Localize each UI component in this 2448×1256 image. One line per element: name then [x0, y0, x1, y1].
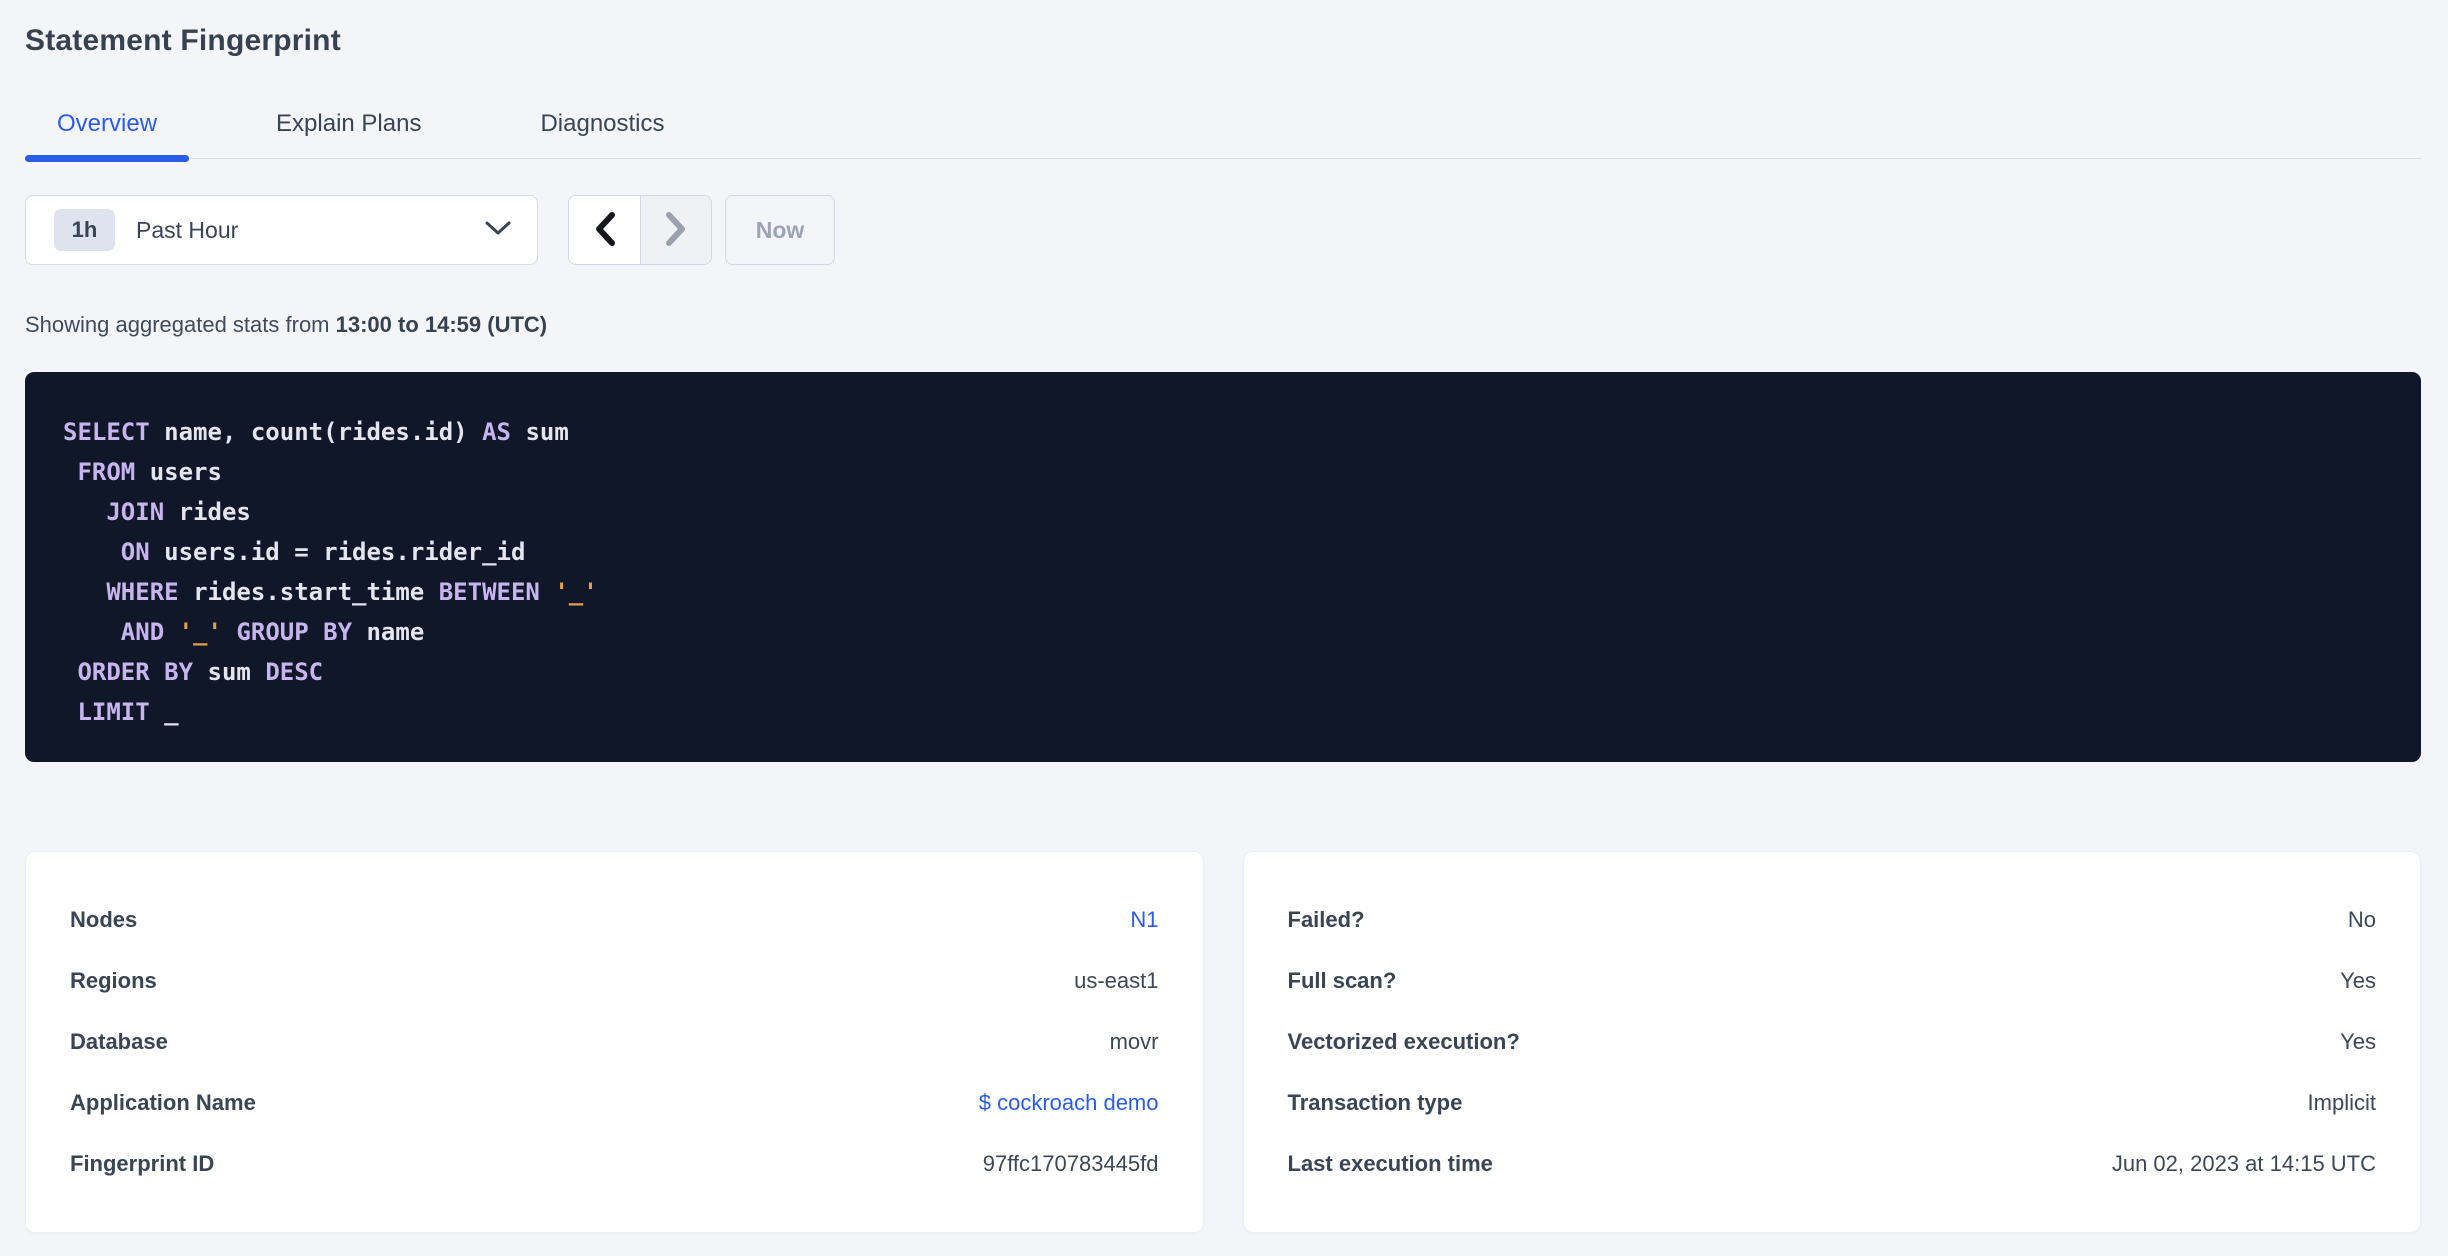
info-label: Application Name	[70, 1089, 256, 1115]
execution-attributes-card: Failed? No Full scan? Yes Vectorized executi…	[1242, 851, 2421, 1233]
info-value: 97ffc170783445fd	[982, 1150, 1159, 1176]
tab-explain-plans-label: Explain Plans	[276, 110, 422, 137]
info-row: Last execution time Jun 02, 2023 at 14:15…	[1288, 1133, 2377, 1194]
time-step-button-group	[568, 195, 712, 265]
statement-fingerprint-page: Statement Fingerprint Overview Explain P…	[0, 0, 2448, 1233]
chevron-right-icon	[665, 211, 687, 249]
info-row: Full scan? Yes	[1288, 950, 2377, 1011]
info-value: Implicit	[2307, 1089, 2376, 1115]
info-row: Application Name $ cockroach demo	[70, 1072, 1159, 1133]
summary-cards: Nodes N1 Regions us-east1 Database movr Applic…	[25, 851, 2421, 1233]
info-value: Yes	[2340, 1028, 2376, 1054]
info-label: Last execution time	[1287, 1150, 1493, 1176]
time-range-label: Past Hour	[136, 216, 239, 243]
info-value: No	[2347, 906, 2376, 932]
info-label: Database	[70, 1028, 168, 1054]
info-row: Vectorized execution? Yes	[1288, 1011, 2377, 1072]
chevron-down-icon	[485, 220, 511, 241]
time-range-select[interactable]: 1h Past Hour	[25, 195, 538, 265]
sql-statement: SELECT name, count(rides.id) AS sum FROM…	[63, 418, 598, 726]
info-value-link[interactable]: N1	[1130, 907, 1158, 933]
info-value: Yes	[2340, 967, 2376, 993]
info-value: Jun 02, 2023 at 14:15 UTC	[2111, 1150, 2376, 1176]
info-label: Full scan?	[1287, 967, 1397, 993]
info-value-link[interactable]: $ cockroach demo	[979, 1090, 1159, 1116]
info-label: Fingerprint ID	[70, 1150, 215, 1176]
info-label: Failed?	[1287, 906, 1365, 932]
tab-explain-plans[interactable]: Explain Plans	[244, 94, 453, 158]
page-title: Statement Fingerprint	[25, 24, 341, 57]
statement-details-card: Nodes N1 Regions us-east1 Database movr Applic…	[25, 851, 1204, 1233]
aggregated-stats-range: 13:00 to 14:59 (UTC)	[335, 312, 548, 337]
info-row: Failed? No	[1288, 889, 2377, 950]
info-value: movr	[1109, 1028, 1159, 1054]
time-range-badge: 1h	[54, 209, 115, 251]
tab-diagnostics-label: Diagnostics	[540, 110, 665, 137]
sql-statement-box: SELECT name, count(rides.id) AS sum FROM…	[25, 372, 2421, 762]
info-label: Transaction type	[1287, 1089, 1463, 1115]
info-value: us-east1	[1074, 967, 1159, 993]
info-row: Transaction type Implicit	[1288, 1072, 2377, 1133]
info-label: Vectorized execution?	[1287, 1028, 1520, 1054]
tab-bar: Overview Explain Plans Diagnostics	[25, 94, 2421, 162]
info-row: Nodes N1	[70, 889, 1159, 950]
tab-overview-label: Overview	[57, 110, 158, 137]
previous-interval-button[interactable]	[569, 196, 640, 264]
tab-overview[interactable]: Overview	[25, 94, 190, 162]
chevron-left-icon	[594, 211, 616, 249]
now-button[interactable]: Now	[725, 195, 835, 265]
info-row: Fingerprint ID 97ffc170783445fd	[70, 1133, 1159, 1194]
aggregated-stats-prefix: Showing aggregated stats from	[25, 312, 336, 337]
time-controls-row: 1h Past Hour Now	[25, 195, 2421, 265]
aggregated-stats-text: Showing aggregated stats from 13:00 to 1…	[25, 311, 2421, 339]
info-row: Regions us-east1	[70, 950, 1159, 1011]
info-row: Database movr	[70, 1011, 1159, 1072]
info-label: Regions	[70, 967, 157, 993]
tab-diagnostics[interactable]: Diagnostics	[508, 94, 696, 158]
next-interval-button[interactable]	[640, 196, 711, 264]
info-label: Nodes	[70, 906, 138, 932]
